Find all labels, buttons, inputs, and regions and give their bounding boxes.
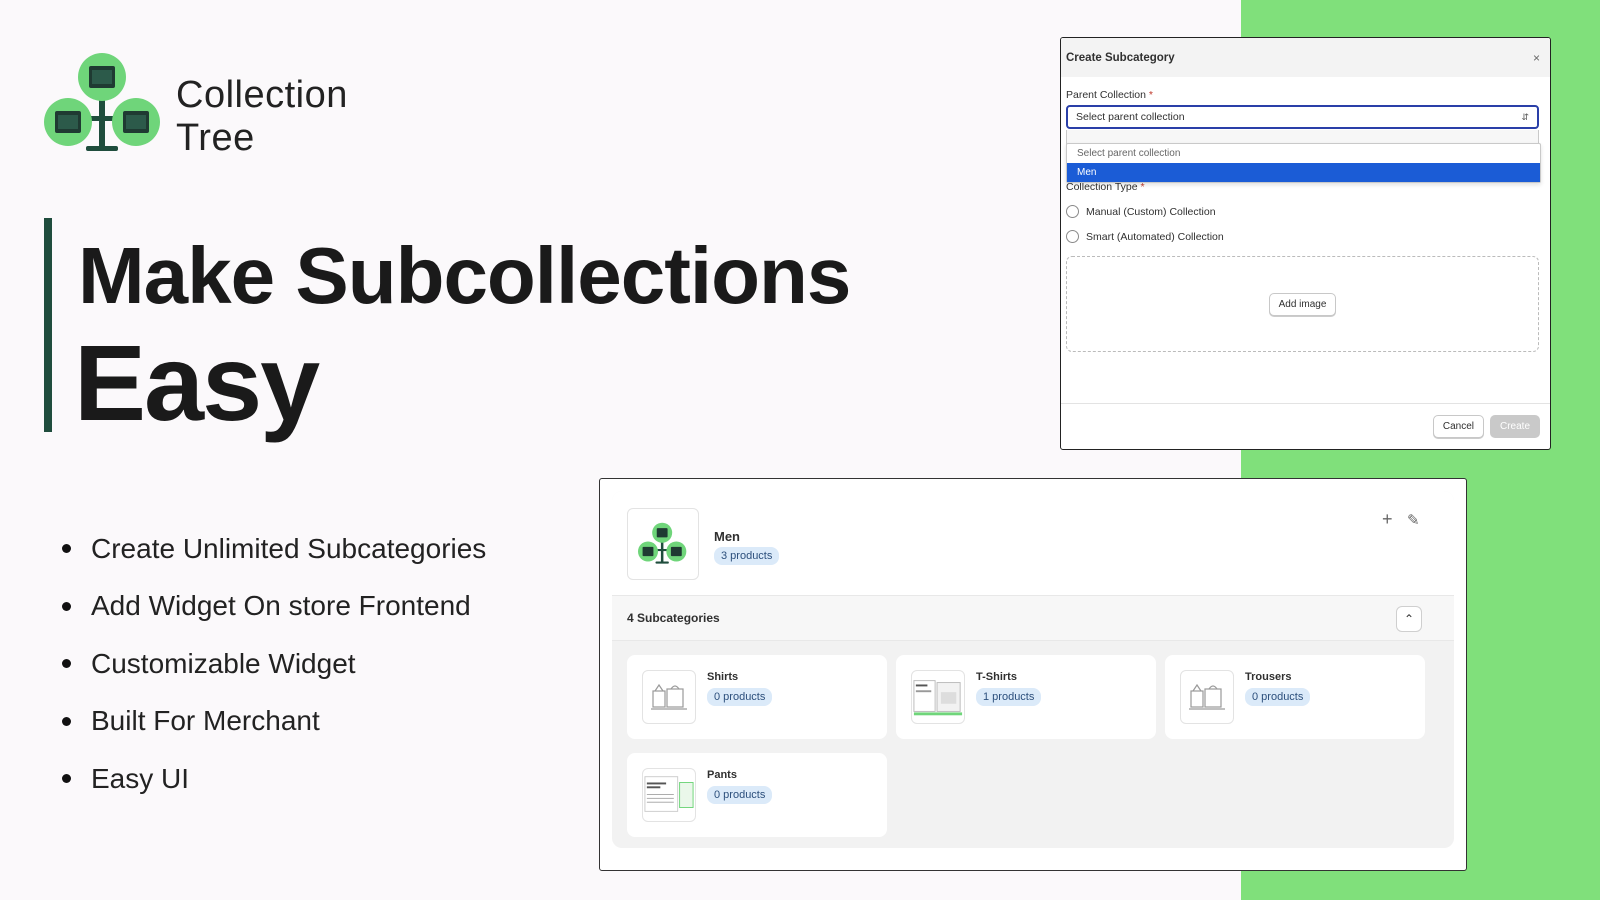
select-updown-icon: ⇵ [1521,111,1529,122]
bullet-icon [62,659,71,669]
required-mark: * [1148,89,1153,101]
collection-panel: Men 3 products + ✎ 4 Subcategories ⌃ Shi… [599,478,1467,871]
subcategories-title: 4 Subcategories [627,611,720,625]
collection-card: Men 3 products + ✎ [612,491,1454,595]
subcategory-count-badge: 1 products [976,688,1042,706]
feature-item: Create Unlimited Subcategories [62,520,486,578]
collection-panel-inner: Men 3 products + ✎ 4 Subcategories ⌃ Shi… [612,491,1454,848]
placeholder-image-icon [642,670,696,724]
collection-thumbnail-icon [627,508,699,580]
close-icon[interactable]: × [1533,51,1540,65]
subcategory-count-badge: 0 products [1245,688,1311,706]
feature-item: Customizable Widget [62,635,486,693]
radio-circle-icon[interactable] [1066,230,1079,243]
subcategory-name: Pants [707,769,737,781]
parent-collection-label: Parent Collection * [1066,89,1539,101]
cancel-button[interactable]: Cancel [1432,415,1484,438]
bullet-icon [62,716,71,726]
radio-label: Smart (Automated) Collection [1086,230,1224,243]
dialog-title: Create Subcategory [1066,51,1175,64]
dialog-body: Parent Collection * Select parent collec… [1061,77,1550,352]
parent-collection-value: Select parent collection [1076,111,1185,123]
subcategory-card-t-shirts[interactable]: T-Shirts 1 products [896,655,1156,739]
subcategory-card-shirts[interactable]: Shirts 0 products [627,655,887,739]
brand-name: Collection Tree [176,74,348,160]
feature-text: Built For Merchant [91,705,320,737]
feature-text: Add Widget On store Frontend [91,590,471,622]
brand-name-line1: Collection [176,74,348,116]
subcategory-card-pants[interactable]: Pants 0 products [627,753,887,837]
parent-collection-label-text: Parent Collection [1066,89,1146,101]
dialog-footer: Cancel Create [1061,403,1550,449]
bullet-icon [62,544,71,554]
feature-text: Create Unlimited Subcategories [91,532,487,564]
placeholder-image-icon [1180,670,1234,724]
product-image-icon [911,670,965,724]
collapse-chevron-up-icon[interactable]: ⌃ [1396,606,1422,632]
subcategory-name: Shirts [707,671,739,683]
edit-pencil-icon[interactable]: ✎ [1407,511,1420,529]
headline-line2: Easy [74,322,320,443]
radio-manual-collection[interactable]: Manual (Custom) Collection [1066,205,1539,218]
radio-label: Manual (Custom) Collection [1086,205,1216,218]
collection-tree-logo-icon [44,52,164,156]
radio-circle-icon[interactable] [1066,205,1079,218]
create-button[interactable]: Create [1489,415,1540,438]
bullet-icon [62,601,71,611]
image-dropzone[interactable]: Add image [1066,256,1539,352]
headline-accent-bar [44,218,52,432]
feature-text: Customizable Widget [91,647,356,679]
feature-text: Easy UI [91,762,190,794]
headline-line1: Make Subcollections [78,231,851,320]
brand-name-line2: Tree [176,117,255,159]
product-count-badge: 3 products [714,547,780,565]
parent-collection-select[interactable]: Select parent collection ⇵ [1066,105,1539,129]
add-subcategory-plus-icon[interactable]: + [1382,509,1393,530]
feature-item: Easy UI [62,750,486,808]
subcategories-header: 4 Subcategories ⌃ [612,595,1454,641]
bullet-icon [62,774,71,784]
product-image-icon [642,768,696,822]
feature-item: Built For Merchant [62,693,486,751]
parent-collection-dropdown: Select parent collection Men [1066,143,1541,183]
feature-list: Create Unlimited Subcategories Add Widge… [62,520,486,808]
subcategory-name: T-Shirts [976,671,1017,683]
collection-name: Men [714,529,740,544]
subcategory-name: Trousers [1245,671,1292,683]
add-image-button[interactable]: Add image [1268,292,1337,316]
create-subcategory-dialog: Create Subcategory × Parent Collection *… [1060,37,1551,450]
dialog-header: Create Subcategory × [1061,38,1550,77]
subcategory-card-trousers[interactable]: Trousers 0 products [1165,655,1425,739]
radio-smart-collection[interactable]: Smart (Automated) Collection [1066,230,1539,243]
dropdown-option-men[interactable]: Men [1067,163,1540,182]
feature-item: Add Widget On store Frontend [62,578,486,636]
dropdown-option-placeholder[interactable]: Select parent collection [1067,144,1540,163]
subcategory-count-badge: 0 products [707,786,773,804]
subcategory-count-badge: 0 products [707,688,773,706]
